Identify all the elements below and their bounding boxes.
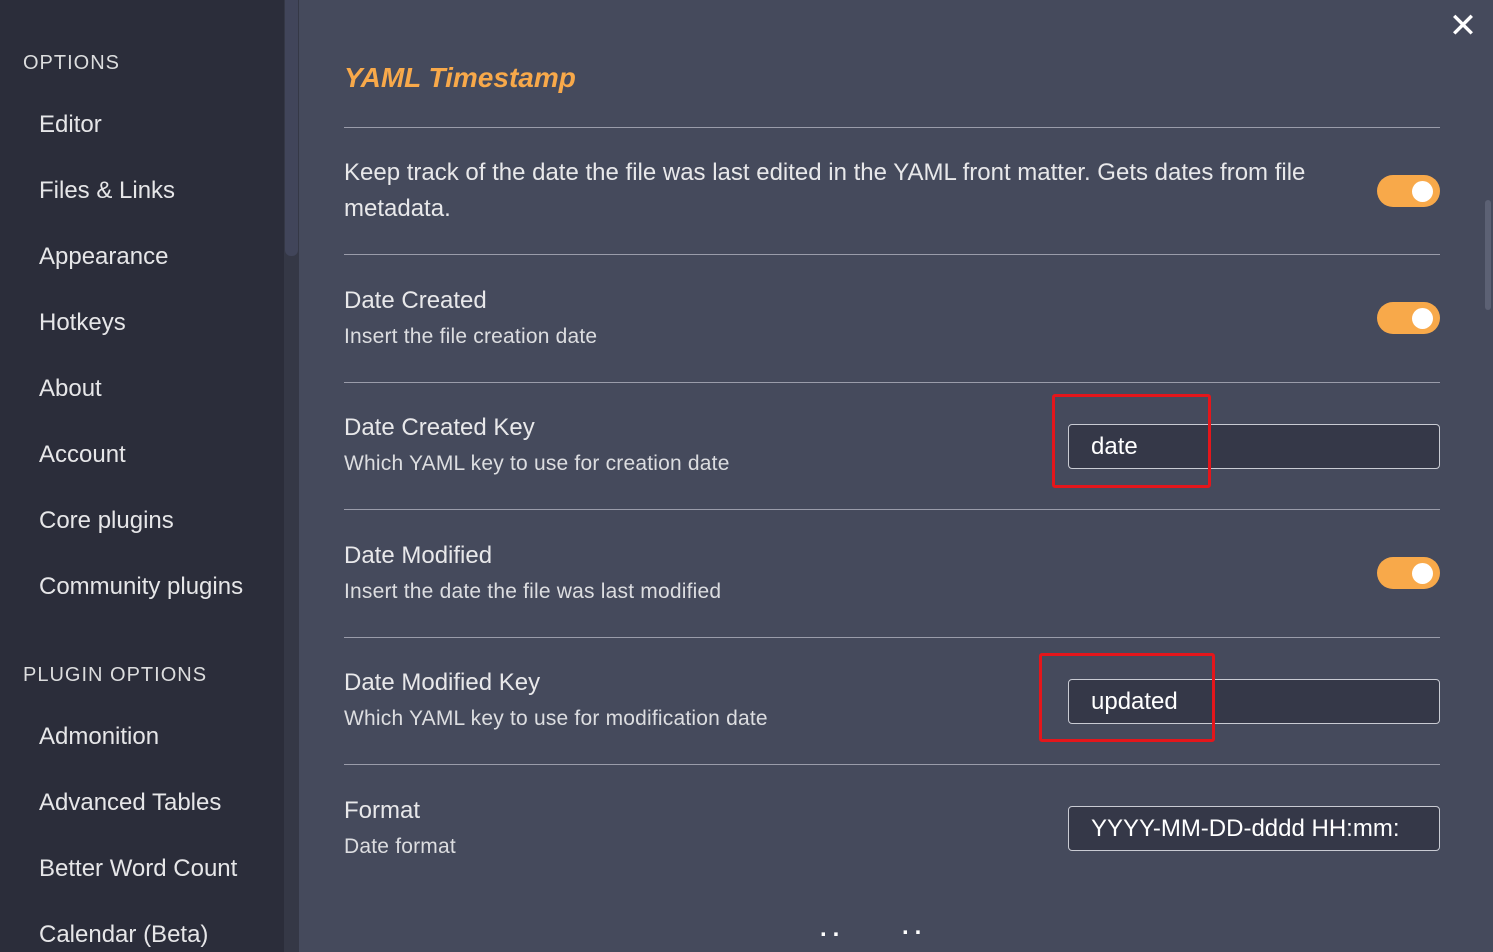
date-modified-key-input[interactable]: updated (1068, 679, 1440, 724)
date-created-key-input[interactable]: date (1068, 424, 1440, 469)
page-title: YAML Timestamp (344, 62, 576, 93)
sidebar-item-account[interactable]: Account (39, 441, 126, 469)
divider (344, 764, 1440, 765)
format-name: Format (344, 797, 421, 824)
date-modified-toggle[interactable] (1377, 557, 1440, 589)
toggle-knob (1412, 563, 1433, 584)
sidebar-item-better-word-count[interactable]: Better Word Count (39, 855, 237, 883)
sidebar-item-admonition[interactable]: Admonition (39, 723, 159, 751)
close-icon: ✕ (1448, 7, 1478, 45)
date-created-key-desc: Which YAML key to use for creation date (344, 452, 730, 475)
date-created-toggle[interactable] (1377, 302, 1440, 334)
divider (344, 382, 1440, 383)
divider (344, 254, 1440, 255)
sidebar-item-appearance[interactable]: Appearance (39, 243, 168, 271)
sidebar-item-editor[interactable]: Editor (39, 111, 102, 139)
sidebar-scrollbar-thumb[interactable] (285, 0, 298, 256)
sidebar-item-community-plugins[interactable]: Community plugins (39, 573, 243, 601)
options-heading: OPTIONS (23, 52, 121, 74)
date-created-name: Date Created (344, 287, 487, 314)
format-input[interactable]: YYYY-MM-DD-dddd HH:mm: (1068, 806, 1440, 851)
partial-text-fragment: .. (820, 915, 846, 942)
toggle-knob (1412, 181, 1433, 202)
sidebar-item-files-links[interactable]: Files & Links (39, 177, 175, 205)
sidebar-item-hotkeys[interactable]: Hotkeys (39, 309, 126, 337)
date-modified-key-desc: Which YAML key to use for modification d… (344, 707, 768, 730)
plugin-description: Keep track of the date the file was last… (344, 159, 1306, 222)
date-modified-key-name: Date Modified Key (344, 669, 541, 696)
divider (344, 509, 1440, 510)
close-button[interactable]: ✕ (1448, 7, 1478, 45)
sidebar-item-about[interactable]: About (39, 375, 102, 403)
date-modified-name: Date Modified (344, 542, 493, 569)
sidebar-item-calendar[interactable]: Calendar (Beta) (39, 921, 208, 949)
sidebar-item-advanced-tables[interactable]: Advanced Tables (39, 789, 221, 817)
content-scrollbar-thumb[interactable] (1485, 200, 1491, 310)
date-created-desc: Insert the file creation date (344, 325, 598, 348)
divider (344, 637, 1440, 638)
date-created-key-name: Date Created Key (344, 414, 535, 441)
plugin-options-heading: PLUGIN OPTIONS (23, 664, 208, 686)
divider (344, 127, 1440, 128)
enable-timestamp-toggle[interactable] (1377, 175, 1440, 207)
format-desc: Date format (344, 835, 456, 858)
date-modified-desc: Insert the date the file was last modifi… (344, 580, 722, 603)
sidebar-item-core-plugins[interactable]: Core plugins (39, 507, 174, 535)
settings-sidebar: OPTIONS Editor Files & Links Appearance … (0, 0, 284, 952)
partial-text-fragment: .. (902, 913, 928, 940)
toggle-knob (1412, 308, 1433, 329)
